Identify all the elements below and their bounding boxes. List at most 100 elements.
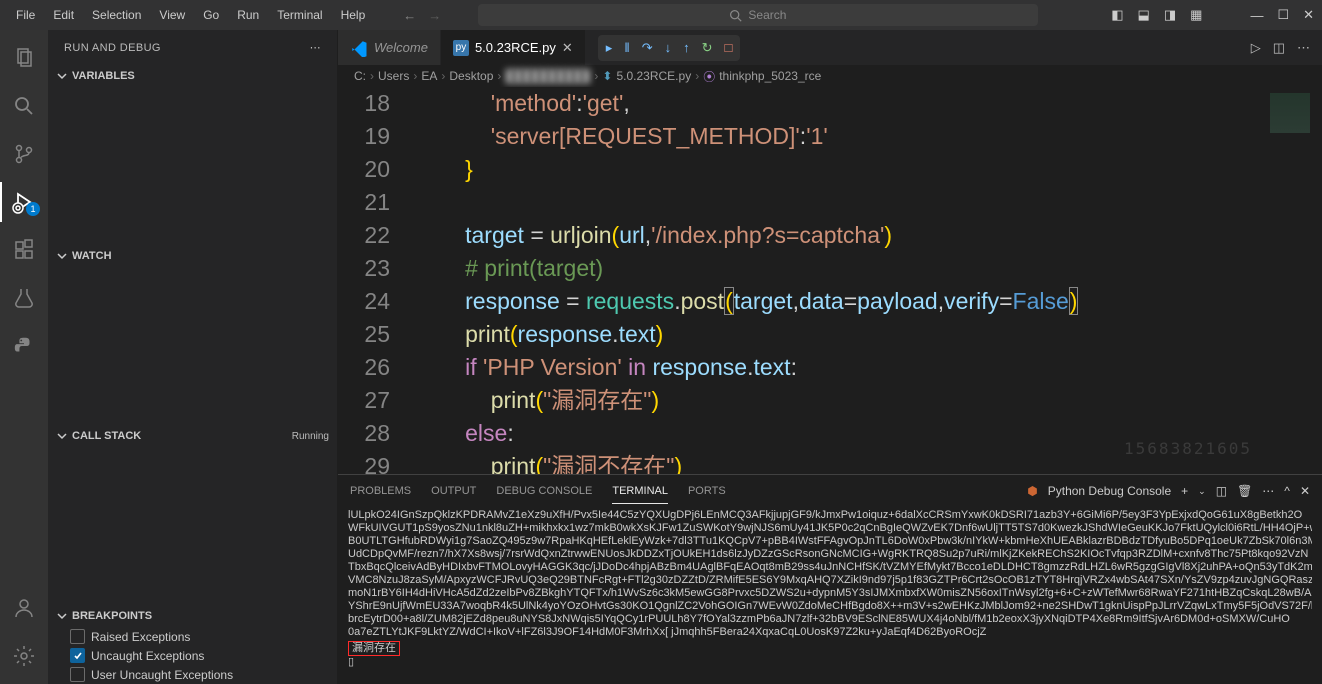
debug-toolbar: ▸ ‖ ↷ ↓ ↑ ↻ □ <box>598 35 741 61</box>
close-icon[interactable]: ✕ <box>562 40 573 56</box>
menu-terminal[interactable]: Terminal <box>269 4 330 26</box>
panel-tab-terminal[interactable]: TERMINAL <box>612 479 668 504</box>
watch-label: WATCH <box>72 250 112 262</box>
activity-testing[interactable] <box>0 278 48 318</box>
tab-active-file[interactable]: py 5.0.23RCE.py ✕ <box>441 30 586 65</box>
split-editor-icon[interactable]: ◫ <box>1273 40 1285 56</box>
split-terminal-icon[interactable]: ◫ <box>1216 484 1227 498</box>
checkbox-checked-icon[interactable] <box>70 648 85 663</box>
more-actions-icon[interactable]: ⋯ <box>1297 40 1310 56</box>
variables-label: VARIABLES <box>72 70 135 82</box>
run-icon[interactable]: ▷ <box>1251 40 1261 56</box>
chevron-down-icon <box>56 610 68 622</box>
beaker-icon <box>12 286 36 310</box>
files-icon <box>12 46 36 70</box>
layout-sidebar-right-icon[interactable]: ◨ <box>1164 7 1176 23</box>
editor-tabs: Welcome py 5.0.23RCE.py ✕ ▸ ‖ ↷ ↓ ↑ ↻ □ … <box>338 30 1322 65</box>
breadcrumb[interactable]: C:› Users› EA› Desktop› ██████████› ⬍5.0… <box>338 65 1322 87</box>
title-bar: File Edit Selection View Go Run Terminal… <box>0 0 1322 30</box>
more-terminal-icon[interactable]: ⋯ <box>1262 484 1274 498</box>
activity-extensions[interactable] <box>0 230 48 270</box>
activity-source-control[interactable] <box>0 134 48 174</box>
breakpoints-label: BREAKPOINTS <box>72 610 152 622</box>
section-watch[interactable]: WATCH <box>48 245 337 267</box>
tab-welcome[interactable]: Welcome <box>338 30 441 65</box>
bc-part[interactable]: Desktop <box>449 69 493 83</box>
terminal-profile-label[interactable]: Python Debug Console <box>1048 484 1171 498</box>
bp-label: Uncaught Exceptions <box>91 649 204 663</box>
search-icon <box>729 9 742 22</box>
panel-tab-output[interactable]: OUTPUT <box>431 479 476 503</box>
activity-explorer[interactable] <box>0 38 48 78</box>
command-center-search[interactable]: Search <box>478 4 1038 26</box>
code-content[interactable]: 'method':'get', 'server[REQUEST_METHOD]'… <box>414 87 1322 474</box>
panel-tabs: PROBLEMS OUTPUT DEBUG CONSOLE TERMINAL P… <box>338 475 1322 507</box>
kill-terminal-icon[interactable]: 🗑 <box>1237 484 1252 498</box>
menu-selection[interactable]: Selection <box>84 4 149 26</box>
new-terminal-icon[interactable]: + <box>1181 484 1188 498</box>
bp-user-uncaught-exceptions[interactable]: User Uncaught Exceptions <box>48 665 337 684</box>
debug-stop-icon[interactable]: □ <box>725 40 733 55</box>
bc-file[interactable]: 5.0.23RCE.py <box>616 69 691 83</box>
menu-file[interactable]: File <box>8 4 43 26</box>
debug-step-over-icon[interactable]: ↷ <box>642 40 653 56</box>
editor-actions: ▷ ◫ ⋯ <box>1251 30 1322 65</box>
nav-arrows: ← → <box>403 8 441 23</box>
search-placeholder: Search <box>748 8 786 22</box>
close-panel-icon[interactable]: ✕ <box>1300 484 1310 498</box>
menu-help[interactable]: Help <box>333 4 374 26</box>
chevron-down-icon <box>56 430 68 442</box>
bp-uncaught-exceptions[interactable]: Uncaught Exceptions <box>48 646 337 665</box>
callstack-label: CALL STACK <box>72 430 141 442</box>
layout-customize-icon[interactable]: ▦ <box>1190 7 1202 23</box>
bc-part[interactable]: EA <box>421 69 437 83</box>
bc-symbol[interactable]: thinkphp_5023_rce <box>719 69 821 83</box>
bc-part[interactable]: Users <box>378 69 409 83</box>
section-variables[interactable]: VARIABLES <box>48 65 337 87</box>
panel-tab-problems[interactable]: PROBLEMS <box>350 479 411 503</box>
activity-run-debug[interactable]: 1 <box>0 182 48 222</box>
window-maximize-icon[interactable]: ☐ <box>1277 7 1289 23</box>
debug-restart-icon[interactable]: ↻ <box>702 40 713 56</box>
more-icon[interactable]: ⋯ <box>310 41 321 54</box>
menu-go[interactable]: Go <box>195 4 227 26</box>
checkbox-icon[interactable] <box>70 629 85 644</box>
section-breakpoints[interactable]: BREAKPOINTS <box>48 605 337 627</box>
section-callstack[interactable]: CALL STACK Running <box>48 425 337 447</box>
debug-step-into-icon[interactable]: ↓ <box>665 40 672 55</box>
activity-python[interactable] <box>0 326 48 366</box>
debug-step-out-icon[interactable]: ↑ <box>683 40 690 55</box>
branch-icon <box>12 142 36 166</box>
bc-part[interactable]: C: <box>354 69 366 83</box>
activity-search[interactable] <box>0 86 48 126</box>
line-gutter: 18192021222324252627282930 <box>338 87 414 474</box>
bp-label: Raised Exceptions <box>91 630 190 644</box>
menu-view[interactable]: View <box>151 4 193 26</box>
nav-back-icon[interactable]: ← <box>403 8 416 23</box>
nav-forward-icon[interactable]: → <box>428 8 441 23</box>
activity-accounts[interactable] <box>0 588 48 628</box>
panel-actions: ⬢ Python Debug Console + ⌄ ◫ 🗑 ⋯ ^ ✕ <box>1027 484 1310 498</box>
terminal-output[interactable]: lULpkO24IGnSzpQklzKPDRAMvZ1eXz9uXfH/Pvx5… <box>338 507 1322 684</box>
bp-raised-exceptions[interactable]: Raised Exceptions <box>48 627 337 646</box>
callstack-status: Running <box>292 431 329 442</box>
layout-panel-icon[interactable]: ⬓ <box>1138 7 1150 23</box>
window-minimize-icon[interactable]: — <box>1250 8 1263 23</box>
sidebar-title: RUN AND DEBUG ⋯ <box>48 30 337 65</box>
menu-run[interactable]: Run <box>229 4 267 26</box>
layout-sidebar-left-icon[interactable]: ◧ <box>1111 7 1123 23</box>
extensions-icon <box>12 238 36 262</box>
panel-tab-debug-console[interactable]: DEBUG CONSOLE <box>496 479 592 503</box>
checkbox-icon[interactable] <box>70 667 85 682</box>
maximize-panel-icon[interactable]: ^ <box>1284 484 1290 498</box>
code-editor[interactable]: 18192021222324252627282930 'method':'get… <box>338 87 1322 474</box>
menu-edit[interactable]: Edit <box>45 4 82 26</box>
window-close-icon[interactable]: ✕ <box>1303 7 1314 23</box>
activity-settings[interactable] <box>0 636 48 676</box>
debug-pause-icon[interactable]: ‖ <box>624 40 629 55</box>
terminal-dropdown-icon[interactable]: ⌄ <box>1198 486 1206 497</box>
main-menu: File Edit Selection View Go Run Terminal… <box>8 4 373 26</box>
panel-tab-ports[interactable]: PORTS <box>688 479 726 503</box>
minimap[interactable] <box>1262 87 1322 474</box>
debug-continue-icon[interactable]: ▸ <box>606 40 613 56</box>
